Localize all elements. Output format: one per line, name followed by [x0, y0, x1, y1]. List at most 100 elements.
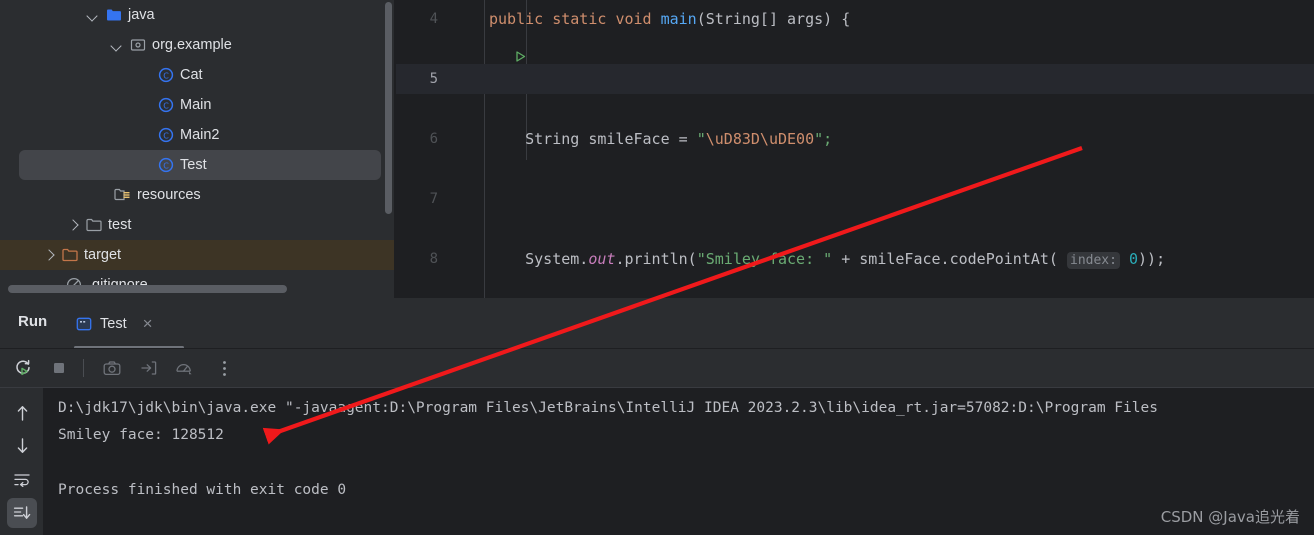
console-side-gutter: [0, 388, 44, 535]
rerun-button[interactable]: [8, 353, 38, 383]
profiler-button[interactable]: [169, 353, 199, 383]
screenshot-button[interactable]: [97, 353, 127, 383]
string-quote-close: ";: [814, 130, 833, 148]
run-tab-test[interactable]: Test ×: [76, 310, 153, 338]
chevron-right-icon[interactable]: [42, 248, 56, 262]
concat-expr: + smileFace.codePointAt(: [832, 250, 1067, 268]
keyword-static: static: [552, 10, 607, 28]
code-line-7[interactable]: 7: [396, 184, 1314, 214]
call-tail: ));: [1138, 250, 1166, 268]
tree-row-label: test: [108, 217, 132, 233]
svg-text:C: C: [163, 101, 169, 110]
class-icon: C: [158, 97, 174, 113]
tree-row-main[interactable]: C Main: [0, 90, 396, 120]
folder-source-icon: [106, 8, 122, 22]
tree-row-label: java: [128, 7, 155, 23]
line-number: 4: [429, 11, 438, 27]
svg-text:C: C: [163, 131, 169, 140]
line-number: 8: [429, 251, 438, 267]
method-signature: (: [696, 10, 706, 28]
chevron-down-icon[interactable]: [86, 8, 100, 22]
code-line-6[interactable]: 6 String smileFace = "\uD83D\uDE00";: [396, 124, 1314, 154]
system-ref: System.: [525, 250, 589, 268]
tree-row-resources[interactable]: resources: [0, 180, 396, 210]
folder-resource-icon: [114, 188, 131, 202]
console-icon: [76, 317, 92, 331]
space1: [543, 10, 552, 28]
scroll-up-button[interactable]: [7, 398, 37, 428]
close-icon[interactable]: ×: [143, 314, 153, 334]
tree-horizontal-scrollbar[interactable]: [8, 285, 287, 293]
tree-row-label: resources: [137, 187, 201, 203]
folder-icon: [86, 218, 102, 232]
code-editor[interactable]: 4 public static void main(String[] args)…: [396, 0, 1314, 298]
watermark-text: CSDN @Java追光着: [1160, 508, 1300, 526]
folder-excluded-icon: [62, 248, 78, 262]
class-icon: C: [158, 157, 174, 173]
method-params: String[] args) {: [705, 10, 851, 28]
code-text-line-8: System.out.println("Smiley face: " + smi…: [489, 244, 1165, 276]
console-command-line: D:\jdk17\jdk\bin\java.exe "-javaagent:D:…: [58, 400, 1158, 416]
chevron-down-icon[interactable]: [110, 38, 124, 52]
package-icon: [130, 38, 146, 52]
dump-threads-button[interactable]: [133, 353, 163, 383]
tree-row-label: org.example: [152, 37, 232, 53]
tree-row-test[interactable]: C Test: [19, 150, 381, 180]
console-exit-line: Process finished with exit code 0: [58, 482, 347, 498]
scroll-to-end-button[interactable]: [7, 498, 37, 528]
code-line-5[interactable]: 5: [396, 64, 1314, 94]
run-tab-label: Test: [100, 316, 127, 332]
println-call: .println(: [615, 250, 697, 268]
tree-row-main2[interactable]: C Main2: [0, 120, 396, 150]
line-number: 5: [429, 71, 438, 87]
code-line-8[interactable]: 8 System.out.println("Smiley face: " + s…: [396, 244, 1314, 274]
line-number: 6: [429, 131, 438, 147]
run-header: Run Test ×: [0, 298, 1314, 349]
declaration: String smileFace =: [525, 130, 697, 148]
keyword-public: public: [489, 10, 544, 28]
tree-row-label: Cat: [180, 67, 203, 83]
tree-row-label: Main: [180, 97, 212, 113]
method-name-main: main: [660, 10, 697, 28]
tree-row-test-folder[interactable]: test: [0, 210, 396, 240]
class-icon: C: [158, 67, 174, 83]
run-panel-title: Run: [18, 313, 48, 330]
string-literal: "Smiley face: ": [696, 250, 833, 268]
tree-row-label: Test: [180, 157, 207, 173]
more-options-button[interactable]: [209, 353, 239, 383]
soft-wrap-button[interactable]: [7, 464, 37, 494]
code-text-line-6: String smileFace = "\uD83D\uDE00";: [489, 124, 832, 154]
field-out: out: [588, 250, 616, 268]
run-tool-window: Run Test × D:\jdk17\jdk\bin\java.exe "-j…: [0, 298, 1314, 535]
scroll-down-button[interactable]: [7, 430, 37, 460]
tree-row-org-example[interactable]: org.example: [0, 30, 396, 60]
run-toolbar: [0, 349, 1314, 387]
tree-row-java[interactable]: java: [0, 0, 396, 30]
line-number: 7: [429, 191, 438, 207]
tree-vertical-scrollbar[interactable]: [385, 2, 392, 214]
svg-text:C: C: [163, 71, 169, 80]
keyword-void: void: [615, 10, 652, 28]
svg-text:C: C: [163, 161, 169, 170]
code-line-4[interactable]: 4 public static void main(String[] args)…: [396, 4, 1314, 62]
parameter-hint: index:: [1067, 252, 1120, 269]
stop-button[interactable]: [44, 353, 74, 383]
run-method-icon[interactable]: [442, 13, 526, 62]
chevron-right-icon[interactable]: [66, 218, 80, 232]
unicode-escape: \uD83D\uDE00: [705, 130, 815, 148]
code-text-line-4: public static void main(String[] args) {: [489, 4, 850, 34]
tree-row-cat[interactable]: C Cat: [0, 60, 396, 90]
tree-row-label: target: [84, 247, 122, 263]
tree-row-gitignore[interactable]: .gitignore: [0, 270, 396, 298]
console-output[interactable]: D:\jdk17\jdk\bin\java.exe "-javaagent:D:…: [44, 388, 1314, 535]
toolbar-separator: [83, 359, 84, 377]
project-tool-window[interactable]: java org.example C Cat C Main C Main2 C …: [0, 0, 396, 298]
tree-row-target[interactable]: target: [0, 240, 396, 270]
ide-window: java org.example C Cat C Main C Main2 C …: [0, 0, 1314, 535]
console-output-line: Smiley face: 128512: [58, 427, 224, 443]
number-literal: 0: [1119, 250, 1139, 268]
tree-row-label: Main2: [180, 127, 220, 143]
space3: [652, 10, 661, 28]
